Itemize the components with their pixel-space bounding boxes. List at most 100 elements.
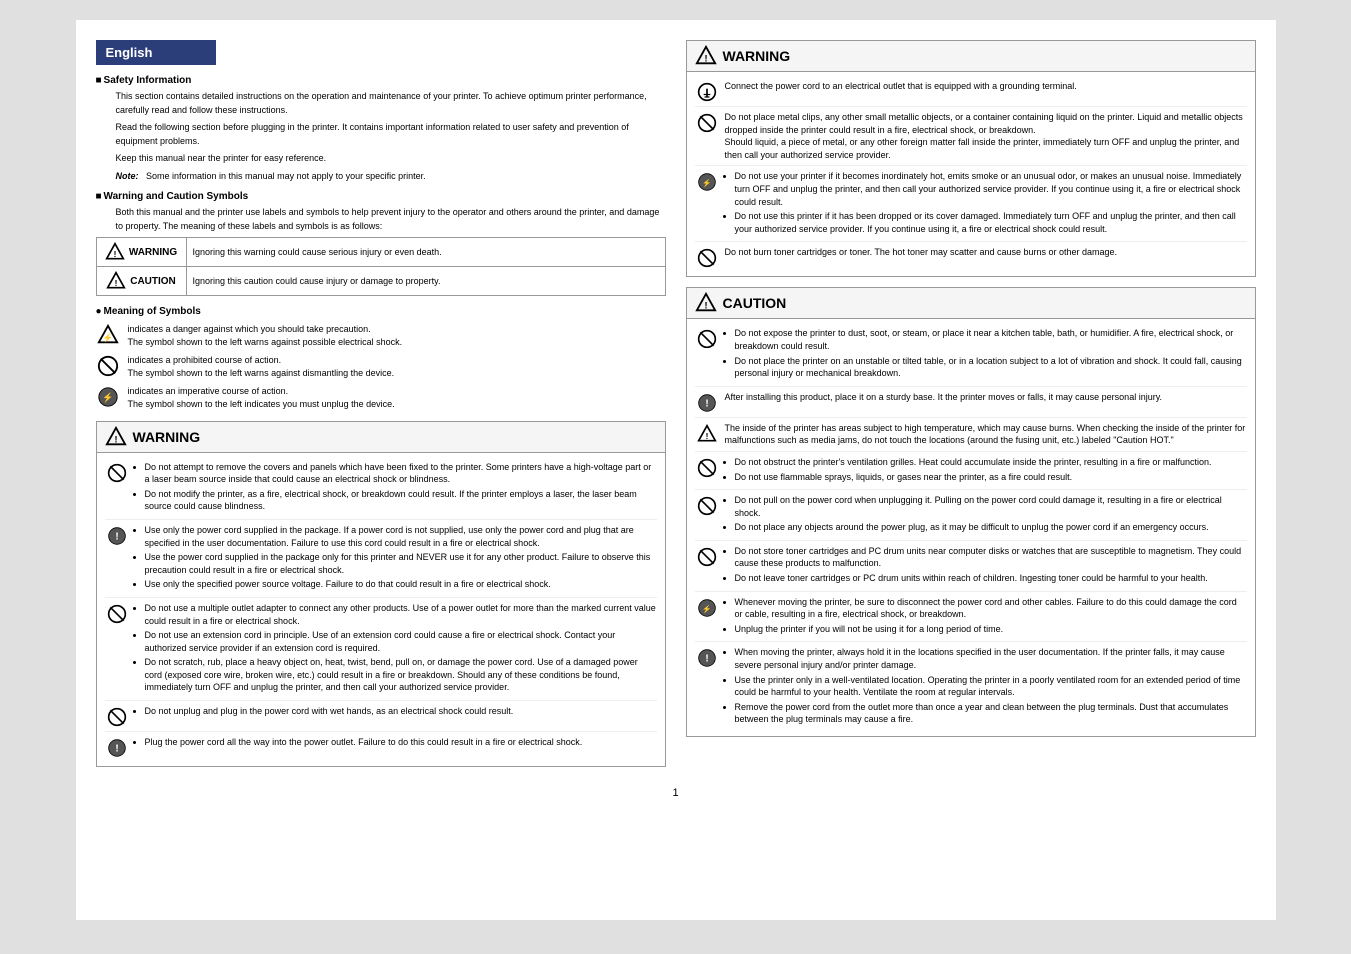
caution-text-4: Do not obstruct the printer's ventilatio… <box>725 456 1247 485</box>
list-item: Do not use flammable sprays, liquids, or… <box>735 471 1247 484</box>
list-item: Do not expose the printer to dust, soot,… <box>735 327 1247 352</box>
list-item: Do not place any objects around the powe… <box>735 521 1247 534</box>
list-item: Use only the power cord supplied in the … <box>145 524 657 549</box>
left-warning-body: Do not attempt to remove the covers and … <box>97 453 665 767</box>
caution-circle-slash-icon-4 <box>697 547 717 567</box>
safety-info-title: Safety Information <box>96 75 666 86</box>
note-content: Some information in this manual may not … <box>146 171 426 181</box>
circle-slash-icon-right-2 <box>697 248 717 268</box>
caution-text-1: Do not expose the printer to dust, soot,… <box>725 327 1247 381</box>
svg-text:!: ! <box>114 434 117 444</box>
list-item: Unplug the printer if you will not be us… <box>735 623 1247 636</box>
circle-filled-svg: ⚡ <box>97 386 119 408</box>
caution-row-6: Do not store toner cartridges and PC dru… <box>695 541 1247 592</box>
caution-symbol-cell: ! CAUTION <box>96 267 186 296</box>
list-item: When moving the printer, always hold it … <box>735 646 1247 671</box>
right-warn-row-1: Connect the power cord to an electrical … <box>695 76 1247 107</box>
caution-circle-slash-icon-2 <box>697 458 717 478</box>
triangle-icon: ! <box>106 271 126 291</box>
list-item: Do not place the printer on an unstable … <box>735 355 1247 380</box>
svg-text:!: ! <box>705 431 708 441</box>
warning-symbols-title: Warning and Caution Symbols <box>96 191 666 202</box>
caution-icon-1 <box>695 327 719 349</box>
warn-row-1: Do not attempt to remove the covers and … <box>105 457 657 520</box>
warn-icon-2: ! <box>105 524 129 546</box>
svg-text:⚡: ⚡ <box>702 604 711 613</box>
circle-slash-svg <box>97 355 119 377</box>
warn-icon-4 <box>105 705 129 727</box>
circle-slash-icon-2 <box>107 604 127 624</box>
meaning-title: Meaning of Symbols <box>96 306 666 317</box>
list-item: Do not scratch, rub, place a heavy objec… <box>145 656 657 694</box>
svg-text:⚡: ⚡ <box>102 333 112 344</box>
caution-row-8: ! When moving the printer, always hold i… <box>695 642 1247 732</box>
svg-text:!: ! <box>705 398 708 409</box>
warn-row-4: Do not unplug and plug in the power cord… <box>105 701 657 732</box>
caution-circle-excl-icon-1: ! <box>697 393 717 413</box>
list-item: Use only the specified power source volt… <box>145 578 657 591</box>
circle-slash-icon-right <box>697 113 717 133</box>
warning-symbols-section: Warning and Caution Symbols Both this ma… <box>96 191 666 296</box>
triangle-svg: ⚡ <box>97 324 119 346</box>
right-warn-text-4: Do not burn toner cartridges or toner. T… <box>725 246 1247 259</box>
warn-text-5: Plug the power cord all the way into the… <box>135 736 657 751</box>
right-warn-icon-2 <box>695 111 719 133</box>
svg-text:!: ! <box>704 54 707 64</box>
warn-text-1: Do not attempt to remove the covers and … <box>135 461 657 515</box>
right-warn-icon-1 <box>695 80 719 102</box>
caution-row-3: ! The inside of the printer has areas su… <box>695 418 1247 452</box>
list-item: Do not leave toner cartridges or PC drum… <box>735 572 1247 585</box>
svg-text:!: ! <box>705 654 708 665</box>
left-warning-title: WARNING <box>133 429 201 445</box>
caution-circle-filled-icon: ⚡ <box>697 598 717 618</box>
caution-row-4: Do not obstruct the printer's ventilatio… <box>695 452 1247 490</box>
caution-text-2: After installing this product, place it … <box>725 391 1247 404</box>
list-item: Remove the power cord from the outlet mo… <box>735 701 1247 726</box>
meaning-items: ⚡ indicates a danger against which you s… <box>96 323 666 411</box>
warn-text-3: Do not use a multiple outlet adapter to … <box>135 602 657 696</box>
caution-icon-5 <box>695 494 719 516</box>
language-header: English <box>96 40 216 65</box>
warning-symbol-box: ! WARNING <box>103 242 180 262</box>
warning-desc: Ignoring this warning could cause seriou… <box>186 238 665 267</box>
caution-circle-slash-icon-1 <box>697 329 717 349</box>
right-warn-icon-3: ⚡ <box>695 170 719 192</box>
triangle-meaning-icon: ⚡ <box>96 323 120 347</box>
list-item: Do not use a multiple outlet adapter to … <box>145 602 657 627</box>
right-caution-header: ! CAUTION <box>687 288 1255 319</box>
right-warning-box: ! WARNING <box>686 40 1256 277</box>
svg-text:⚡: ⚡ <box>102 392 113 404</box>
circle-excl-icon-2: ! <box>107 738 127 758</box>
right-caution-body: Do not expose the printer to dust, soot,… <box>687 319 1255 736</box>
right-warning-body: Connect the power cord to an electrical … <box>687 72 1255 276</box>
page-number: 1 <box>96 787 1256 799</box>
list-item: Do not pull on the power cord when unplu… <box>735 494 1247 519</box>
right-caution-box: ! CAUTION <box>686 287 1256 737</box>
caution-circle-slash-icon-3 <box>697 496 717 516</box>
caution-row-7: ⚡ Whenever moving the printer, be sure t… <box>695 592 1247 643</box>
right-warn-text-2: Do not place metal clips, any other smal… <box>725 111 1247 161</box>
svg-text:!: ! <box>115 278 118 288</box>
list-item: Do not store toner cartridges and PC dru… <box>735 545 1247 570</box>
svg-text:!: ! <box>115 743 118 754</box>
warn-row-2: ! Use only the power cord supplied in th… <box>105 520 657 598</box>
grounding-icon <box>697 82 717 102</box>
right-warn-row-4: Do not burn toner cartridges or toner. T… <box>695 242 1247 272</box>
warn-text-4: Do not unplug and plug in the power cord… <box>135 705 657 720</box>
warning-label: WARNING <box>129 247 177 258</box>
list-item: Use the printer only in a well-ventilate… <box>735 674 1247 699</box>
note-label: Note: <box>116 171 139 181</box>
warning-symbol-cell: ! WARNING <box>96 238 186 267</box>
safety-text-3: Keep this manual near the printer for ea… <box>116 152 666 166</box>
list-item: Do not use this printer if it has been d… <box>735 210 1247 235</box>
circle-slash-icon <box>107 463 127 483</box>
right-warning-triangle-icon: ! <box>695 45 717 67</box>
circle-slash-meaning-icon <box>96 354 120 378</box>
caution-icon-8: ! <box>695 646 719 668</box>
warn-icon-3 <box>105 602 129 624</box>
caution-circle-excl-icon-2: ! <box>697 648 717 668</box>
left-warning-box: ! WARNING <box>96 421 666 768</box>
caution-header-triangle-icon: ! <box>695 292 717 314</box>
caution-icon-4 <box>695 456 719 478</box>
meaning-item-triangle: ⚡ indicates a danger against which you s… <box>96 323 666 348</box>
